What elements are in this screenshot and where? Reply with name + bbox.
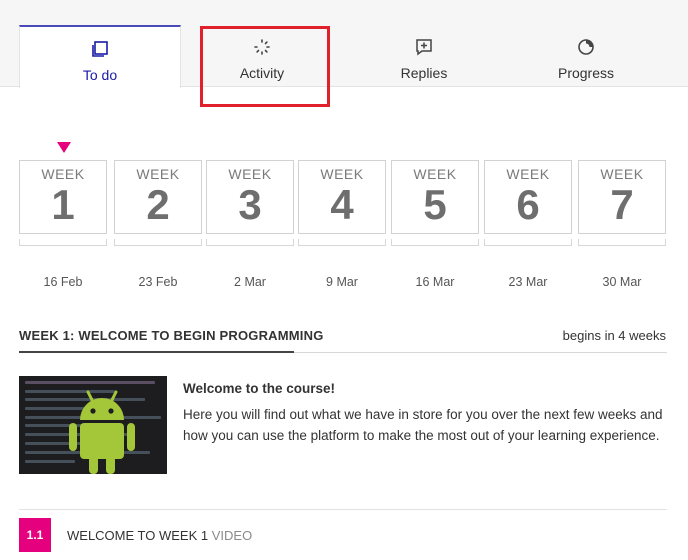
week-label: WEEK: [41, 166, 85, 182]
week-card-1[interactable]: WEEK 1: [19, 160, 107, 234]
week-date: 16 Mar: [415, 275, 455, 289]
week-progress-bar: [206, 239, 294, 246]
section-title: WEEK 1: WELCOME TO BEGIN PROGRAMMING: [19, 328, 324, 343]
week-label: WEEK: [506, 166, 550, 182]
week-date: 23 Mar: [508, 275, 548, 289]
week-date: 2 Mar: [234, 275, 266, 289]
step-title: WELCOME TO WEEK 1: [67, 528, 209, 543]
week-progress-bar: [298, 239, 386, 246]
week-date: 30 Mar: [602, 275, 642, 289]
week-number: 4: [330, 181, 354, 228]
step-link[interactable]: WELCOME TO WEEK 1 VIDEO: [67, 528, 252, 543]
week-label: WEEK: [136, 166, 180, 182]
tab-label: Replies: [400, 65, 448, 81]
step-divider: [19, 509, 667, 510]
week-date: 23 Feb: [138, 275, 178, 289]
week-progress-bar: [114, 239, 202, 246]
week-progress-bar: [484, 239, 572, 246]
tab-label: Progress: [557, 65, 615, 81]
week-card-4[interactable]: WEEK 4: [298, 160, 386, 234]
week-number: 3: [238, 181, 262, 228]
android-robot-icon: [69, 390, 135, 474]
copy-icon: [92, 41, 108, 57]
current-week-marker: [57, 142, 71, 153]
week-label: WEEK: [600, 166, 644, 182]
section-title-underline: [19, 351, 294, 353]
progress-ring-icon: [578, 39, 594, 55]
week-number: 7: [610, 181, 634, 228]
week-date: 16 Feb: [43, 275, 83, 289]
tab-label: To do: [82, 67, 118, 83]
week-number: 1: [51, 181, 75, 228]
week-progress-bar: [19, 239, 107, 246]
week-progress-bar: [391, 239, 479, 246]
week-label: WEEK: [228, 166, 272, 182]
week-number: 5: [423, 181, 447, 228]
week-card-2[interactable]: WEEK 2: [114, 160, 202, 234]
week-number: 6: [516, 181, 540, 228]
tab-replies[interactable]: Replies: [343, 25, 505, 88]
week-label: WEEK: [413, 166, 457, 182]
tab-progress[interactable]: Progress: [505, 25, 667, 88]
week-card-5[interactable]: WEEK 5: [391, 160, 479, 234]
tab-to-do[interactable]: To do: [19, 25, 181, 88]
intro-description: Here you will find out what we have in s…: [183, 407, 663, 443]
week-number: 2: [146, 181, 170, 228]
week-card-7[interactable]: WEEK 7: [578, 160, 666, 234]
step-type: VIDEO: [211, 528, 253, 543]
reply-add-icon: [416, 39, 432, 56]
week-card-3[interactable]: WEEK 3: [206, 160, 294, 234]
tab-label: Activity: [239, 65, 285, 81]
section-begins-text: begins in 4 weeks: [562, 328, 666, 343]
course-intro-thumbnail[interactable]: [19, 376, 167, 474]
week-label: WEEK: [320, 166, 364, 182]
week-date: 9 Mar: [326, 275, 358, 289]
tab-activity[interactable]: Activity: [181, 25, 343, 88]
activity-spinner-icon: [254, 39, 270, 55]
tab-bar: To do Activity Replies Progress: [0, 0, 688, 88]
step-number-badge: 1.1: [19, 518, 51, 552]
week-card-6[interactable]: WEEK 6: [484, 160, 572, 234]
intro-title: Welcome to the course!: [183, 381, 336, 396]
week-progress-bar: [578, 239, 666, 246]
